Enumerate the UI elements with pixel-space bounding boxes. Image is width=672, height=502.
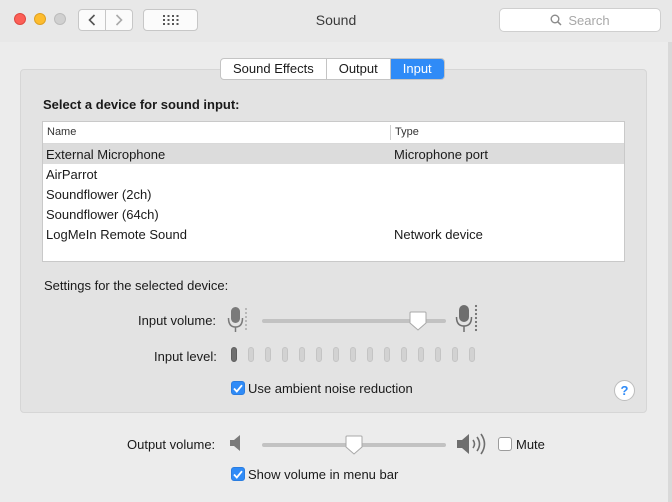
input-level-segment <box>265 347 271 362</box>
table-row[interactable]: External Microphone Microphone port <box>43 144 624 164</box>
tab-bar: Sound Effects Output Input <box>220 58 445 80</box>
input-volume-label: Input volume: <box>138 313 217 328</box>
tab-output[interactable]: Output <box>327 59 391 79</box>
column-header-name[interactable]: Name <box>47 126 76 138</box>
show-volume-menubar-checkbox[interactable] <box>231 467 245 481</box>
input-level-segment <box>350 347 356 362</box>
microphone-icon <box>227 307 247 332</box>
input-level-segment <box>248 347 254 362</box>
search-icon <box>550 14 562 26</box>
tab-input[interactable]: Input <box>390 59 444 79</box>
ambient-noise-checkbox[interactable] <box>231 381 245 395</box>
mute-label[interactable]: Mute <box>516 437 545 452</box>
device-name: Soundflower (64ch) <box>46 207 159 222</box>
settings-label: Settings for the selected device: <box>44 278 229 293</box>
device-table[interactable]: Name Type External Microphone Microphone… <box>42 121 625 262</box>
help-button[interactable]: ? <box>614 380 635 401</box>
column-divider <box>390 125 391 140</box>
table-header: Name Type <box>43 122 624 144</box>
device-list-heading: Select a device for sound input: <box>43 97 240 112</box>
search-field[interactable]: Search <box>499 8 661 32</box>
input-volume-slider-thumb[interactable] <box>409 311 427 331</box>
output-volume-label: Output volume: <box>127 437 216 452</box>
output-volume-slider-thumb[interactable] <box>345 435 363 455</box>
microphone-loud-icon <box>455 304 478 332</box>
input-level-segment <box>367 347 373 362</box>
tab-sound-effects[interactable]: Sound Effects <box>221 59 327 79</box>
input-level-label: Input level: <box>154 349 217 364</box>
device-name: External Microphone <box>46 147 166 162</box>
input-level-segment <box>384 347 390 362</box>
table-row[interactable]: Soundflower (64ch) <box>43 204 624 224</box>
device-type: Microphone port <box>394 147 488 162</box>
window-edge <box>668 42 672 502</box>
column-header-type[interactable]: Type <box>395 126 419 138</box>
checkmark-icon <box>233 470 243 479</box>
input-level-segment <box>452 347 458 362</box>
device-name: LogMeIn Remote Sound <box>46 227 187 242</box>
input-level-meter <box>231 347 486 362</box>
input-level-segment <box>469 347 475 362</box>
input-level-segment <box>418 347 424 362</box>
device-type: Network device <box>394 227 483 242</box>
mute-checkbox[interactable] <box>498 437 512 451</box>
device-name: AirParrot <box>46 167 98 182</box>
show-volume-menubar-label[interactable]: Show volume in menu bar <box>248 467 398 482</box>
table-row[interactable]: Soundflower (2ch) <box>43 184 624 204</box>
help-icon: ? <box>620 383 629 398</box>
input-level-segment <box>401 347 407 362</box>
speaker-icon <box>230 435 240 451</box>
table-row[interactable]: AirParrot <box>43 164 624 184</box>
input-level-segment <box>435 347 441 362</box>
checkmark-icon <box>233 384 243 393</box>
table-row[interactable]: LogMeIn Remote Sound Network device <box>43 224 624 244</box>
speaker-loud-icon <box>457 433 486 455</box>
input-level-segment <box>333 347 339 362</box>
ambient-noise-label[interactable]: Use ambient noise reduction <box>248 381 413 396</box>
input-level-segment <box>299 347 305 362</box>
input-level-segment <box>231 347 237 362</box>
device-name: Soundflower (2ch) <box>46 187 152 202</box>
input-level-segment <box>316 347 322 362</box>
search-placeholder: Search <box>568 12 610 28</box>
input-level-segment <box>282 347 288 362</box>
